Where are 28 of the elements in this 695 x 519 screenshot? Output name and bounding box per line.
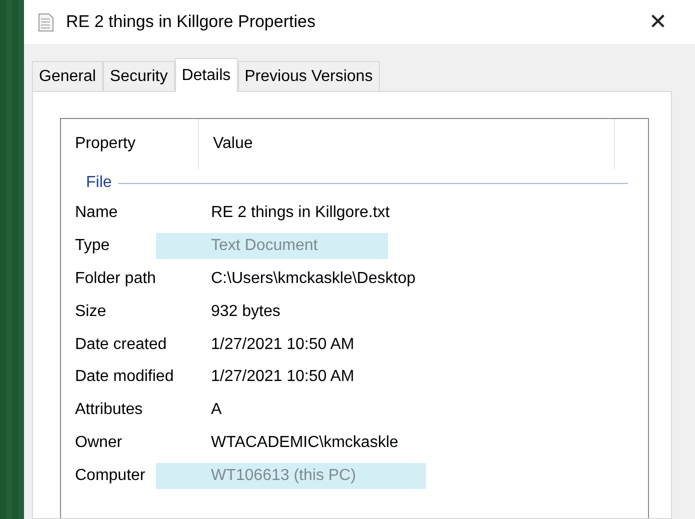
property-value: Text Document — [156, 233, 388, 260]
property-value: A — [211, 401, 222, 420]
property-name: Size — [75, 302, 108, 321]
column-header[interactable]: Property — [75, 135, 136, 153]
property-value: RE 2 things in Killgore.txt — [211, 204, 390, 222]
property-value: 932 bytes — [211, 302, 280, 321]
tab[interactable]: Previous Versions — [238, 61, 380, 91]
window-title: RE 2 things in Killgore Properties — [66, 12, 316, 32]
tab[interactable]: Details — [174, 58, 238, 92]
property-name: Attributes — [75, 401, 144, 420]
property-name: Computer — [75, 466, 146, 485]
tab[interactable]: General — [32, 61, 103, 91]
property-value: 1/27/2021 10:50 AM — [211, 336, 354, 354]
close-button[interactable]: ✕ — [638, 10, 678, 34]
tab[interactable]: Security — [102, 61, 175, 91]
property-name: Date created — [75, 336, 168, 354]
property-value: WTACADEMIC\kmckaskle — [211, 434, 398, 452]
group-header: File — [86, 174, 112, 192]
document-icon — [38, 12, 54, 32]
property-name: Owner — [75, 434, 124, 452]
property-name: Type — [75, 237, 111, 256]
column-header[interactable]: Value — [213, 135, 253, 153]
property-name: Name — [75, 204, 119, 222]
property-value: 1/27/2021 10:50 AM — [211, 368, 354, 386]
property-name: Date modified — [75, 368, 175, 386]
property-name: Folder path — [75, 270, 157, 288]
property-value: C:\Users\kmckaskle\Desktop — [211, 270, 416, 288]
property-value: WT106613 (this PC) — [156, 462, 426, 489]
